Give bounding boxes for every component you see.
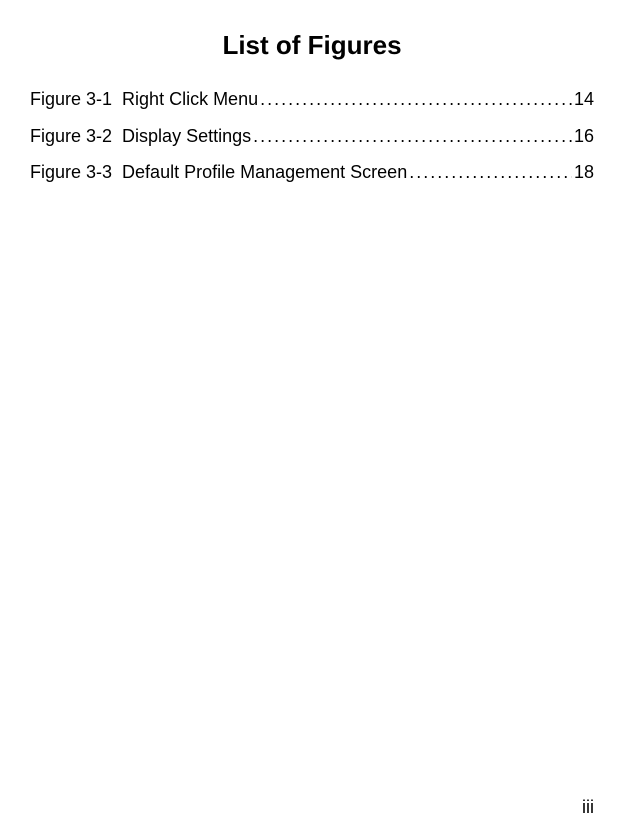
figure-title: Display Settings xyxy=(122,126,251,148)
figure-row: Figure 3-1 Right Click Menu ............… xyxy=(30,89,594,111)
page-number: iii xyxy=(582,797,594,818)
leader-dots: ........................................… xyxy=(251,126,572,148)
page-title: List of Figures xyxy=(30,30,594,61)
figure-row: Figure 3-3 Default Profile Management Sc… xyxy=(30,162,594,184)
leader-dots: ........................................… xyxy=(407,162,572,184)
figure-label: Figure 3-1 xyxy=(30,89,122,111)
figure-label: Figure 3-2 xyxy=(30,126,122,148)
leader-dots: ........................................… xyxy=(258,89,572,111)
figure-title: Default Profile Management Screen xyxy=(122,162,407,184)
figure-row: Figure 3-2 Display Settings ............… xyxy=(30,126,594,148)
figure-page: 18 xyxy=(572,162,594,184)
figure-title: Right Click Menu xyxy=(122,89,258,111)
figure-page: 16 xyxy=(572,126,594,148)
figure-label: Figure 3-3 xyxy=(30,162,122,184)
figure-page: 14 xyxy=(572,89,594,111)
figure-list: Figure 3-1 Right Click Menu ............… xyxy=(30,89,594,184)
